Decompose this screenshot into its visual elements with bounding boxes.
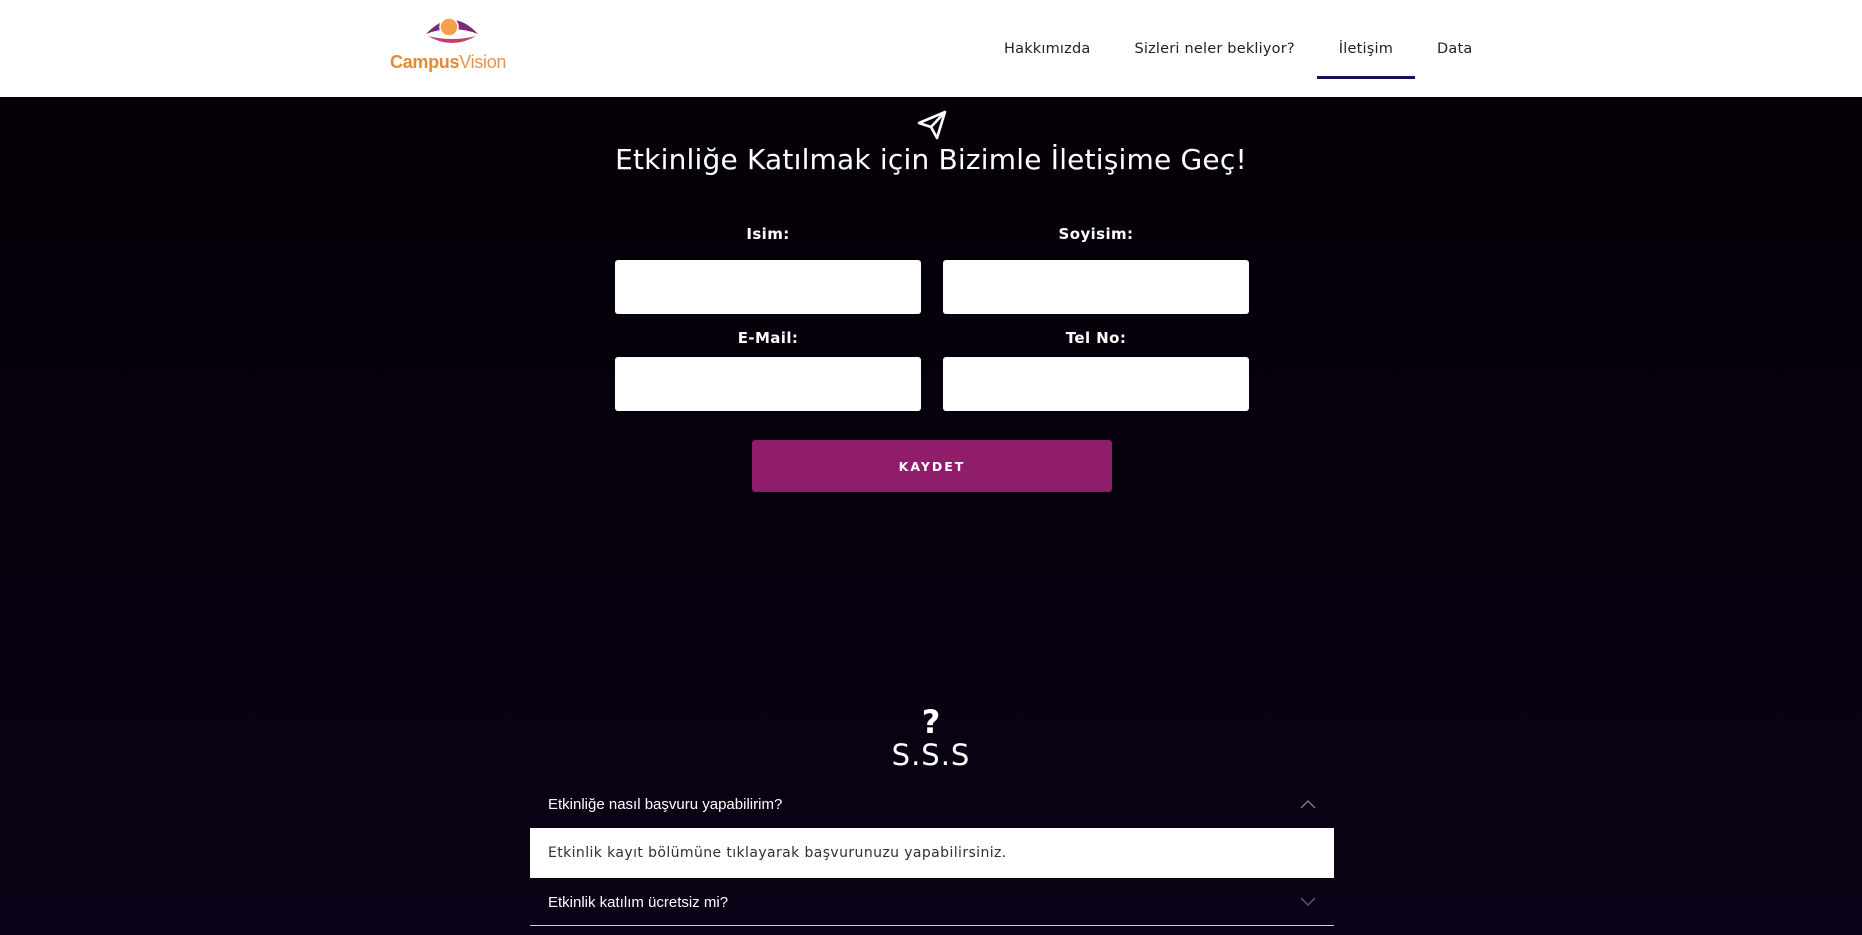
nav-link-sizleri-neler-bekliyor[interactable]: Sizleri neler bekliyor? [1112, 0, 1316, 97]
last-name-input[interactable] [943, 260, 1249, 314]
email-label: E-Mail: [737, 329, 799, 347]
faq-answer-1: Etkinlik kayıt bölümüne tıklayarak başvu… [530, 828, 1334, 878]
logo-text-campus: Campus [390, 52, 460, 72]
email-input[interactable] [615, 357, 921, 411]
site-header: CampusVision Hakkımızda Sizleri neler be… [0, 0, 1862, 97]
phone-input[interactable] [943, 357, 1249, 411]
logo-wordmark: CampusVision [390, 52, 520, 73]
chevron-up-icon [1300, 800, 1316, 809]
chevron-down-icon [1300, 897, 1316, 906]
faq-question-text: Etkinlik katılım ücretsiz mi? [548, 893, 729, 911]
faq-question-text: Etkinliğe nasıl başvuru yapabilirim? [548, 795, 783, 813]
phone-label: Tel No: [1065, 329, 1127, 347]
save-button[interactable]: KAYDET [752, 440, 1112, 492]
faq-question-2[interactable]: Etkinlik katılım ücretsiz mi? [530, 879, 1334, 925]
faq-divider [530, 925, 1334, 926]
campus-vision-logo[interactable]: CampusVision [388, 10, 518, 76]
eye-logo-icon [426, 17, 478, 43]
contact-title: Etkinliğe Katılmak için Bizimle İletişim… [615, 143, 1247, 176]
faq-title: S.S.S [891, 738, 971, 772]
paper-plane-icon [917, 110, 947, 140]
main-nav: Hakkımızda Sizleri neler bekliyor? İleti… [982, 0, 1494, 97]
question-mark-icon: ? [921, 703, 941, 741]
last-name-label: Soyisim: [1058, 225, 1134, 243]
faq-question-1[interactable]: Etkinliğe nasıl başvuru yapabilirim? [530, 781, 1334, 827]
nav-link-hakkimizda[interactable]: Hakkımızda [982, 0, 1112, 97]
nav-link-iletisim[interactable]: İletişim [1316, 0, 1416, 97]
first-name-label: Isim: [746, 225, 790, 243]
logo-text-vision: Vision [459, 52, 507, 72]
first-name-input[interactable] [615, 260, 921, 314]
nav-link-data[interactable]: Data [1415, 0, 1494, 97]
